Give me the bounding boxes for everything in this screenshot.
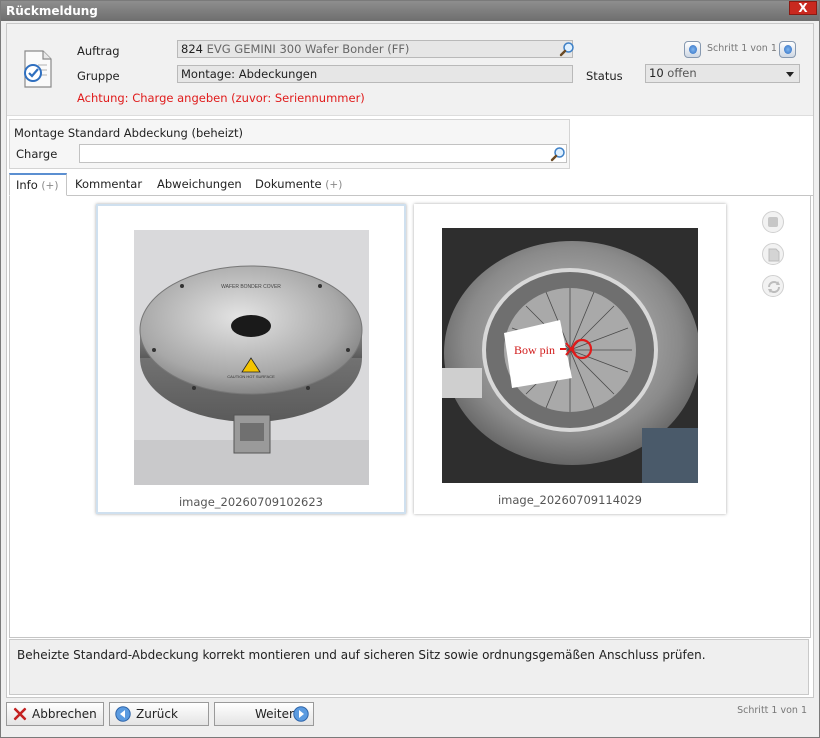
- tab-info-suffix: (+): [41, 180, 59, 192]
- window-title: Rückmeldung: [6, 4, 98, 18]
- close-button[interactable]: X: [789, 1, 817, 15]
- cancel-button[interactable]: Abbrechen: [6, 702, 104, 726]
- arrow-right-icon: [293, 706, 309, 722]
- document-button[interactable]: [762, 243, 784, 265]
- auftrag-field[interactable]: 824 EVG GEMINI 300 Wafer Bonder (FF): [177, 40, 573, 58]
- tab-dokumente-label: Dokumente: [255, 177, 322, 191]
- refresh-icon: [768, 281, 780, 293]
- document-icon: [768, 248, 780, 262]
- gruppe-label: Gruppe: [77, 69, 120, 83]
- tab-dokumente-suffix: (+): [325, 179, 343, 191]
- image-caption-2: image_20260709114029: [497, 493, 642, 507]
- bow-pin-photo: Bow pin: [442, 228, 698, 483]
- tab-info[interactable]: Info (+): [9, 173, 67, 196]
- cover-label-text: WAFER BONDER COVER: [221, 284, 281, 290]
- previous-step-button[interactable]: [684, 41, 701, 58]
- charge-label: Charge: [16, 147, 58, 161]
- status-text: offen: [667, 66, 697, 80]
- wafer-cover-photo: WAFER BONDER COVER CAUTION HOT SURFACE: [134, 230, 369, 485]
- tab-info-label: Info: [16, 178, 38, 192]
- panel-title: Montage Standard Abdeckung (beheizt): [14, 126, 243, 140]
- tab-abweichungen[interactable]: Abweichungen: [151, 173, 248, 196]
- status-select[interactable]: 10 offen: [645, 64, 800, 83]
- title-bar[interactable]: Rückmeldung X: [1, 1, 819, 21]
- tab-bar: Info (+) Kommentar Abweichungen Dokument…: [9, 173, 813, 196]
- dialog-window: Rückmeldung X Auftrag 824 EVG GEMINI 300…: [0, 0, 820, 738]
- next-label: Weiter: [255, 707, 294, 721]
- image-caption-1: image_20260709102623: [178, 495, 323, 509]
- wafer-cover-image: WAFER BONDER COVER CAUTION HOT SURFACE: [134, 230, 369, 485]
- step-indicator-top: Schritt 1 von 1: [707, 43, 777, 54]
- status-label: Status: [586, 69, 623, 83]
- charge-warning: Achtung: Charge angeben (zuvor: Seriennu…: [77, 91, 365, 105]
- gruppe-field[interactable]: Montage: Abdeckungen: [177, 65, 573, 83]
- image-card-1[interactable]: WAFER BONDER COVER CAUTION HOT SURFACE i…: [96, 204, 406, 514]
- auftrag-label: Auftrag: [77, 44, 120, 58]
- chevron-down-icon: [786, 72, 794, 77]
- charge-panel: Montage Standard Abdeckung (beheizt) Cha…: [9, 119, 570, 169]
- stop-icon: [768, 217, 778, 227]
- stop-button[interactable]: [762, 211, 784, 233]
- next-step-button[interactable]: [779, 41, 796, 58]
- footer-bar: Abbrechen Zurück Weiter Schritt 1 von 1: [1, 699, 819, 737]
- tab-abweichungen-label: Abweichungen: [157, 177, 242, 191]
- step-description: Beheizte Standard-Abdeckung korrekt mont…: [9, 639, 809, 695]
- charge-input[interactable]: [79, 144, 567, 163]
- auftrag-number: 824: [181, 42, 203, 56]
- gruppe-value: Montage: Abdeckungen: [181, 67, 318, 81]
- auftrag-text: EVG GEMINI 300 Wafer Bonder (FF): [206, 42, 410, 56]
- tab-kommentar[interactable]: Kommentar: [69, 173, 148, 196]
- bow-pin-image: Bow pin: [442, 228, 698, 483]
- charge-search-icon[interactable]: [550, 146, 566, 162]
- bow-pin-annotation: Bow pin: [514, 343, 555, 357]
- dialog-content: Auftrag 824 EVG GEMINI 300 Wafer Bonder …: [6, 23, 814, 698]
- back-label: Zurück: [136, 707, 178, 721]
- info-tab-panel: WAFER BONDER COVER CAUTION HOT SURFACE i…: [9, 196, 811, 638]
- arrow-left-icon: [115, 706, 131, 722]
- step-indicator-bottom: Schritt 1 von 1: [737, 705, 807, 716]
- tab-kommentar-label: Kommentar: [75, 177, 143, 191]
- cancel-icon: [13, 707, 27, 721]
- back-button[interactable]: Zurück: [109, 702, 209, 726]
- header-section: Auftrag 824 EVG GEMINI 300 Wafer Bonder …: [7, 24, 813, 116]
- search-icon[interactable]: [559, 41, 575, 57]
- cancel-label: Abbrechen: [32, 707, 97, 721]
- checklist-document-icon: [24, 50, 52, 88]
- image-card-2[interactable]: Bow pin image_20260709114029: [414, 204, 726, 514]
- tab-dokumente[interactable]: Dokumente (+): [249, 173, 348, 196]
- status-number: 10: [649, 66, 664, 80]
- cover-sticker-text: CAUTION HOT SURFACE: [227, 374, 275, 379]
- refresh-button[interactable]: [762, 275, 784, 297]
- next-button[interactable]: Weiter: [214, 702, 314, 726]
